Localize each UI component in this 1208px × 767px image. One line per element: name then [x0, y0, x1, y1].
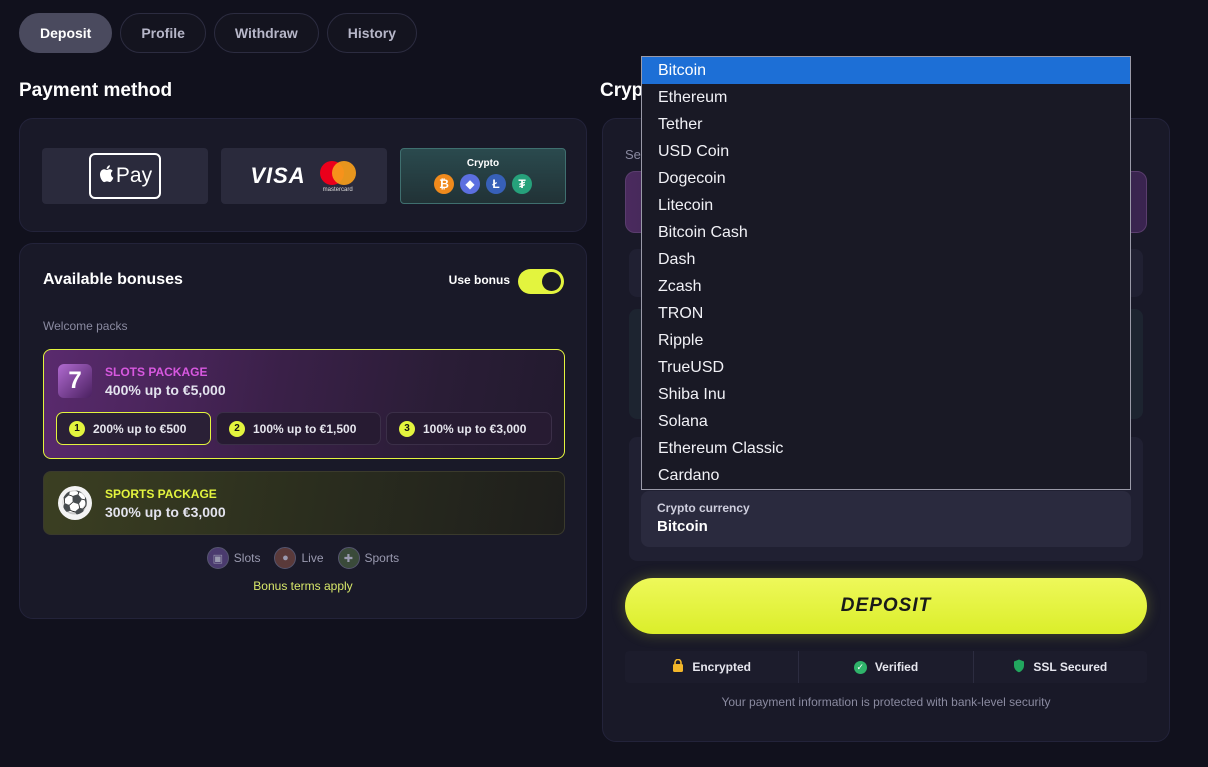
security-badges: Encrypted ✓ Verified SSL Secured: [625, 651, 1147, 683]
category-live: ● Live: [274, 547, 324, 569]
slots-option-2[interactable]: 2 100% up to €1,500: [216, 412, 381, 445]
tab-history[interactable]: History: [326, 13, 418, 53]
slot-machine-icon: 7: [58, 364, 92, 398]
applepay-option[interactable]: Pay: [42, 148, 208, 204]
dropdown-option[interactable]: Solana: [642, 408, 1130, 435]
dropdown-option[interactable]: Ethereum Classic: [642, 435, 1130, 462]
crypto-currency-label: Crypto currency: [657, 501, 750, 515]
dropdown-option[interactable]: Dogecoin: [642, 165, 1130, 192]
welcome-packs-label: Welcome packs: [43, 319, 128, 333]
dropdown-option[interactable]: Bitcoin: [642, 57, 1130, 84]
slots-option-3[interactable]: 3 100% up to €3,000: [386, 412, 552, 445]
dropdown-option[interactable]: Ethereum: [642, 84, 1130, 111]
category-sports: ✚ Sports: [337, 547, 399, 569]
dropdown-option[interactable]: Dash: [642, 246, 1130, 273]
sports-package-name: SPORTS PACKAGE: [105, 487, 217, 501]
category-slots: ▣ Slots: [206, 547, 260, 569]
bonuses-panel: Available bonuses Use bonus Welcome pack…: [19, 243, 587, 619]
select-label: Se: [625, 147, 641, 162]
applepay-logo: Pay: [89, 153, 161, 199]
bonuses-title: Available bonuses: [43, 271, 183, 288]
apple-icon: [98, 164, 114, 189]
dropdown-option[interactable]: Cardano: [642, 462, 1130, 489]
tab-bar: Deposit Profile Withdraw History: [19, 13, 418, 53]
badge-verified: ✓ Verified: [799, 651, 974, 683]
crypto-currency-select[interactable]: Crypto currency Bitcoin: [641, 491, 1131, 547]
payment-method-panel: Pay VISA mastercard Crypto ₿ ◆ Ł ₮: [19, 118, 587, 232]
bonus-categories: ▣ Slots ● Live ✚ Sports: [20, 547, 586, 569]
badge-encrypted: Encrypted: [625, 651, 800, 683]
crypto-label: Crypto: [466, 158, 500, 169]
lock-icon: [672, 658, 684, 675]
crypto-currency-dropdown[interactable]: Bitcoin Ethereum Tether USD Coin Dogecoin Lit…: [641, 56, 1131, 490]
tab-withdraw[interactable]: Withdraw: [213, 13, 319, 53]
litecoin-icon: Ł: [486, 174, 506, 194]
crypto-title: Cryp: [600, 80, 644, 101]
tab-profile[interactable]: Profile: [120, 13, 206, 53]
bitcoin-icon: ₿: [434, 174, 454, 194]
dropdown-option[interactable]: Shiba Inu: [642, 381, 1130, 408]
dropdown-option[interactable]: TRON: [642, 300, 1130, 327]
tab-deposit[interactable]: Deposit: [19, 13, 113, 53]
slots-package-name: SLOTS PACKAGE: [105, 365, 208, 379]
sports-package-desc: 300% up to €3,000: [105, 504, 226, 520]
badge-ssl: SSL Secured: [974, 651, 1147, 683]
dropdown-option[interactable]: TrueUSD: [642, 354, 1130, 381]
live-icon: ●: [274, 547, 297, 569]
ethereum-icon: ◆: [460, 174, 480, 194]
deposit-button[interactable]: DEPOSIT: [625, 578, 1147, 634]
mastercard-label: mastercard: [322, 187, 353, 193]
tether-icon: ₮: [512, 174, 532, 194]
dropdown-option[interactable]: Zcash: [642, 273, 1130, 300]
slots-option-1[interactable]: 1 200% up to €500: [56, 412, 211, 445]
shield-icon: [1013, 659, 1025, 676]
visa-logo: VISA: [250, 163, 306, 188]
sports-icon: ✚: [337, 547, 360, 569]
slots-package-card[interactable]: 7 SLOTS PACKAGE 400% up to €5,000 1 200%…: [43, 349, 565, 459]
slots-package-desc: 400% up to €5,000: [105, 382, 226, 398]
use-bonus-toggle[interactable]: [518, 269, 564, 294]
slots-icon: ▣: [206, 547, 229, 569]
use-bonus-label: Use bonus: [448, 273, 510, 287]
payment-method-title: Payment method: [19, 80, 173, 101]
dropdown-option[interactable]: Litecoin: [642, 192, 1130, 219]
mastercard-logo: mastercard: [318, 161, 358, 193]
bonus-terms-link[interactable]: Bonus terms apply: [20, 579, 586, 593]
soccer-ball-icon: ⚽: [58, 486, 92, 520]
sports-package-card[interactable]: ⚽ SPORTS PACKAGE 300% up to €3,000: [43, 471, 565, 535]
security-note: Your payment information is protected wi…: [721, 695, 1051, 709]
dropdown-option[interactable]: Tether: [642, 111, 1130, 138]
dropdown-option[interactable]: Bitcoin Cash: [642, 219, 1130, 246]
dropdown-option[interactable]: USD Coin: [642, 138, 1130, 165]
dropdown-option[interactable]: Ripple: [642, 327, 1130, 354]
applepay-label: Pay: [115, 164, 153, 187]
crypto-currency-value: Bitcoin: [657, 518, 708, 535]
crypto-option[interactable]: Crypto ₿ ◆ Ł ₮: [400, 148, 566, 204]
check-circle-icon: ✓: [853, 660, 867, 674]
card-option[interactable]: VISA mastercard: [221, 148, 387, 204]
